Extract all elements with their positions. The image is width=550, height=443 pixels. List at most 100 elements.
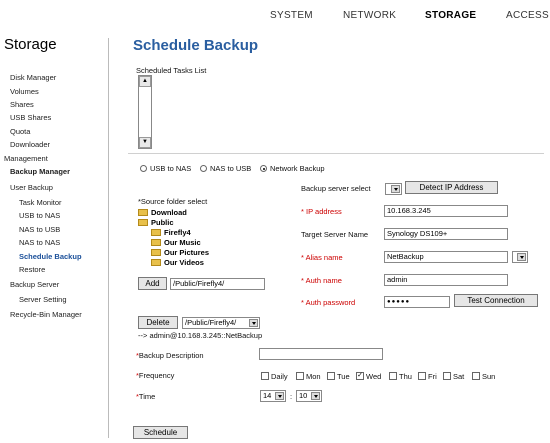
auth-password-label: * Auth password (301, 298, 355, 307)
add-path-field[interactable]: /Public/Firefly4/ (170, 278, 265, 290)
sidebar-item-backup-manager[interactable]: Backup Manager (10, 167, 70, 176)
checkbox-mon-label: Mon (306, 372, 321, 381)
alias-select[interactable] (512, 251, 528, 263)
tree-folder-download[interactable]: Download (138, 208, 187, 217)
radio-nas-to-usb[interactable] (200, 165, 207, 172)
chevron-down-icon (311, 392, 320, 400)
tree-folder-our-videos[interactable]: Our Videos (151, 258, 204, 267)
checkbox-wed-label: Wed (366, 372, 382, 381)
auth-name-field[interactable]: admin (384, 274, 508, 286)
checkbox-tue-label: Tue (337, 372, 350, 381)
radio-usb-to-nas[interactable] (140, 165, 147, 172)
required-mark: * (136, 351, 139, 360)
schedule-button[interactable]: Schedule (133, 426, 188, 439)
required-mark: * (136, 371, 139, 380)
delete-path-select[interactable]: /Public/Firefly4/ (182, 317, 260, 329)
add-button[interactable]: Add (138, 277, 167, 290)
radio-network-backup[interactable] (260, 165, 267, 172)
checkbox-daily[interactable] (261, 372, 269, 380)
required-mark: * Auth password (301, 298, 356, 307)
auth-name-label: * Auth name (301, 276, 342, 285)
tree-folder-label: Firefly4 (164, 228, 191, 237)
tree-folder-label: Our Music (164, 238, 201, 247)
sidebar-title: Storage (4, 36, 57, 53)
backup-description-label: *Backup Description (136, 351, 204, 360)
sidebar-item-disk-manager[interactable]: Disk Manager (10, 73, 56, 82)
section-divider (128, 153, 544, 154)
detect-ip-button[interactable]: Detect IP Address (405, 181, 498, 194)
auth-password-field[interactable]: ●●●●● (384, 296, 450, 308)
alias-name-field[interactable]: NetBackup (384, 251, 508, 263)
tree-folder-firefly4[interactable]: Firefly4 (151, 228, 191, 237)
radio-network-backup-label: Network Backup (270, 164, 325, 173)
nav-access[interactable]: ACCESS (506, 10, 549, 21)
backup-route: --> admin@10.168.3.245::NetBackup (138, 331, 263, 340)
sidebar-item-user-backup[interactable]: User Backup (10, 183, 53, 192)
sidebar-item-recycle-bin-manager[interactable]: Recycle-Bin Manager (10, 310, 82, 319)
sidebar-item-nas-to-usb[interactable]: NAS to USB (19, 225, 60, 234)
time-hour-value: 14 (263, 391, 272, 400)
folder-icon (151, 249, 161, 256)
checkbox-sun-label: Sun (482, 372, 496, 381)
tree-folder-label: Download (151, 208, 187, 217)
test-connection-button[interactable]: Test Connection (454, 294, 538, 307)
sidebar-item-quota[interactable]: Quota (10, 127, 30, 136)
checkbox-wed[interactable]: ✓ (356, 372, 364, 380)
checkbox-fri[interactable] (418, 372, 426, 380)
tree-folder-label: Public (151, 218, 174, 227)
nav-network[interactable]: NETWORK (343, 10, 396, 21)
sidebar-item-usb-to-nas[interactable]: USB to NAS (19, 211, 60, 220)
top-nav: SYSTEM NETWORK STORAGE ACCESS (0, 0, 550, 30)
checkbox-sat[interactable] (443, 372, 451, 380)
chevron-down-icon (249, 319, 258, 327)
time-hour-select[interactable]: 14 (260, 390, 286, 402)
server-select-label: Backup server select (301, 184, 371, 193)
scheduled-tasks-list[interactable]: ▲ ▼ (138, 75, 152, 149)
radio-usb-to-nas-label: USB to NAS (150, 164, 192, 173)
checkbox-mon[interactable] (296, 372, 304, 380)
ip-address-field[interactable]: 10.168.3.245 (384, 205, 508, 217)
folder-icon (138, 209, 148, 216)
target-server-label: Target Server Name (301, 230, 369, 239)
sidebar-item-backup-server[interactable]: Backup Server (10, 280, 59, 289)
sidebar-item-management[interactable]: Management (4, 154, 48, 163)
checkbox-fri-label: Fri (428, 372, 437, 381)
scroll-up-arrow[interactable]: ▲ (139, 76, 151, 87)
folder-icon (151, 259, 161, 266)
nav-storage[interactable]: STORAGE (425, 10, 476, 21)
delete-path-value: /Public/Firefly4/ (185, 318, 237, 327)
folder-icon (151, 239, 161, 246)
server-select[interactable] (385, 183, 402, 195)
tree-folder-our-music[interactable]: Our Music (151, 238, 201, 247)
sidebar-item-restore[interactable]: Restore (19, 265, 45, 274)
folder-icon (138, 219, 148, 226)
nav-system[interactable]: SYSTEM (270, 10, 313, 21)
tree-folder-public[interactable]: Public (138, 218, 174, 227)
checkbox-thu[interactable] (389, 372, 397, 380)
time-separator: : (290, 392, 293, 401)
tree-folder-our-pictures[interactable]: Our Pictures (151, 248, 209, 257)
required-mark: * IP address (301, 207, 342, 216)
chevron-down-icon (517, 253, 526, 261)
sidebar-item-shares[interactable]: Shares (10, 100, 34, 109)
sidebar-item-usb-shares[interactable]: USB Shares (10, 113, 51, 122)
delete-button[interactable]: Delete (138, 316, 178, 329)
sidebar-item-task-monitor[interactable]: Task Monitor (19, 198, 62, 207)
sidebar-item-volumes[interactable]: Volumes (10, 87, 39, 96)
chevron-down-icon (275, 392, 284, 400)
frequency-label: *Frequency (136, 371, 175, 380)
checkbox-sun[interactable] (472, 372, 480, 380)
sidebar-item-downloader[interactable]: Downloader (10, 140, 50, 149)
checkbox-sat-label: Sat (453, 372, 465, 381)
ip-address-label: * IP address (301, 207, 342, 216)
sidebar-item-server-setting[interactable]: Server Setting (19, 295, 67, 304)
time-minute-select[interactable]: 10 (296, 390, 322, 402)
sidebar-item-nas-to-nas[interactable]: NAS to NAS (19, 238, 60, 247)
sidebar-item-schedule-backup[interactable]: Schedule Backup (19, 252, 82, 261)
scroll-down-arrow[interactable]: ▼ (139, 137, 151, 148)
backup-description-field[interactable] (259, 348, 383, 360)
checkbox-tue[interactable] (327, 372, 335, 380)
required-mark: * (136, 392, 139, 401)
target-server-field[interactable]: Synology DS109+ (384, 228, 508, 240)
tree-folder-label: Our Pictures (164, 248, 210, 257)
